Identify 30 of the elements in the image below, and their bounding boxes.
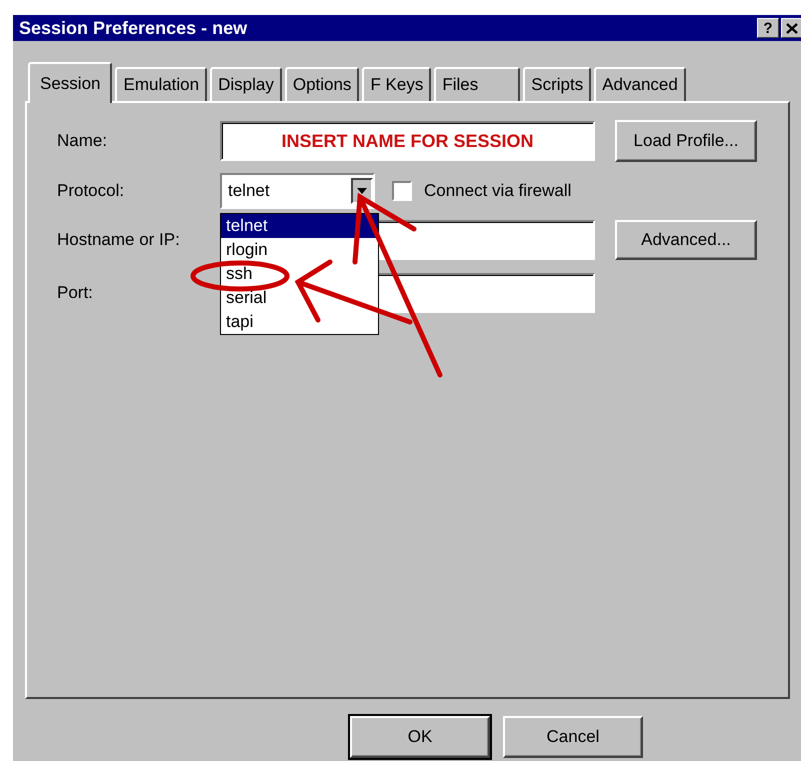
field-label: Port: [57, 282, 94, 302]
load-profile-button[interactable]: Load Profile... [615, 120, 757, 162]
dropdown-option[interactable]: tapi [221, 310, 378, 334]
help-button[interactable]: ? [757, 18, 779, 38]
dialog-button[interactable]: Cancel [503, 716, 643, 758]
field-label: Name: [57, 131, 108, 151]
dropdown-option[interactable]: serial [221, 286, 378, 310]
dropdown-option[interactable]: ssh [221, 262, 378, 286]
window-title: Session Preferences - new [19, 18, 248, 38]
name-field[interactable]: INSERT NAME FOR SESSION [220, 121, 595, 161]
dropdown-option[interactable]: telnet [221, 214, 378, 238]
advanced-button[interactable]: Advanced... [615, 220, 757, 260]
field-label: Protocol: [57, 181, 126, 201]
tab[interactable]: Scripts [523, 67, 592, 101]
dropdown-option[interactable]: rlogin [221, 238, 378, 262]
protocol-dropdown[interactable]: telnet [220, 173, 375, 209]
close-button[interactable] [781, 18, 801, 38]
tab[interactable]: Options [284, 67, 360, 101]
firewall-checkbox[interactable] [392, 181, 412, 201]
close-icon [786, 22, 798, 34]
tab[interactable]: F Keys [362, 67, 432, 101]
tab[interactable]: Emulation [115, 67, 208, 101]
tab[interactable]: Session [28, 62, 112, 103]
tab[interactable]: Files [434, 67, 520, 101]
field-label: Hostname or IP: [57, 230, 181, 250]
tab[interactable]: Display [210, 67, 282, 101]
checkbox-label[interactable]: Connect via firewall [424, 181, 572, 201]
dropdown-arrow-icon [357, 188, 367, 194]
tab[interactable]: Advanced [594, 67, 686, 101]
dialog-button[interactable]: OK [350, 716, 490, 758]
